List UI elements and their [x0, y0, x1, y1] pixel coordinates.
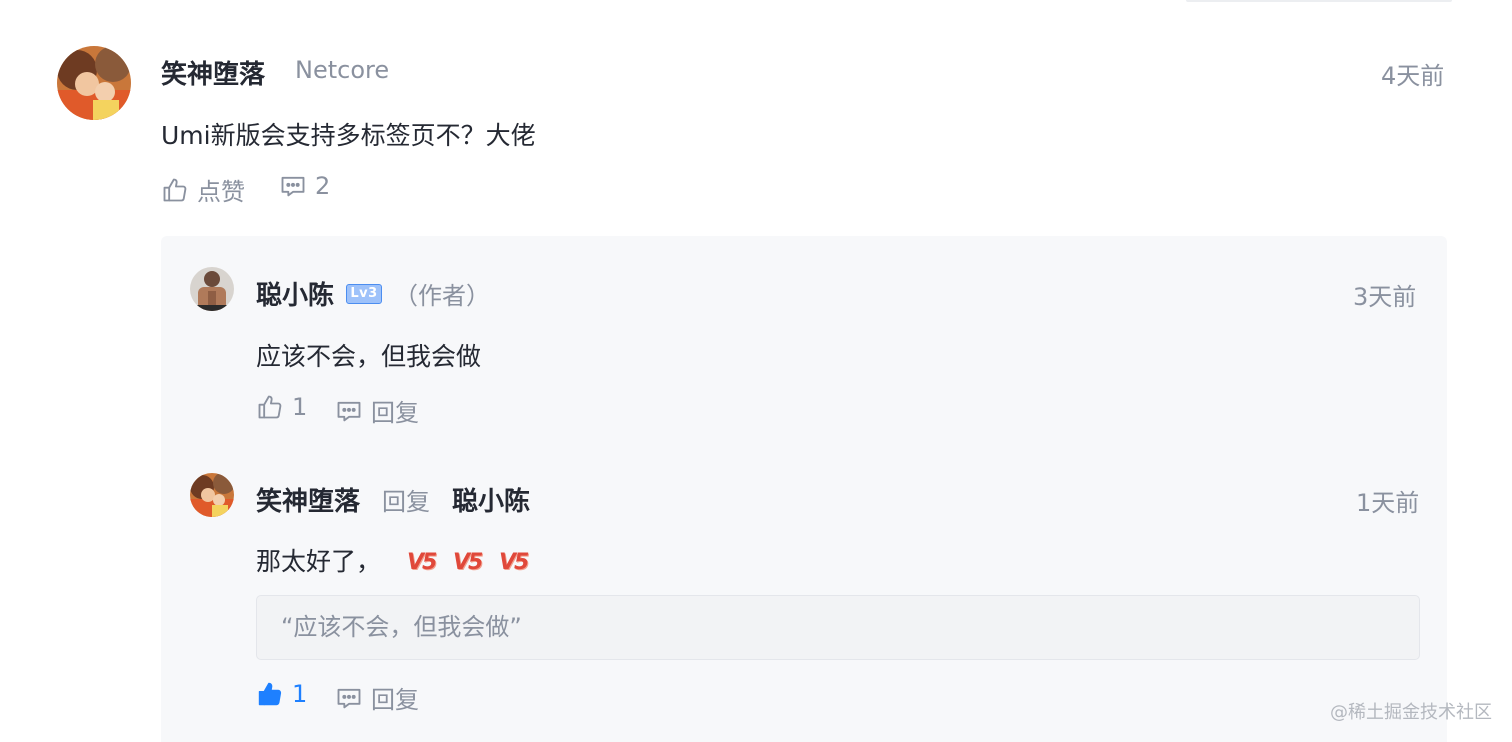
user-avatar-icon[interactable]	[190, 473, 234, 517]
comment-thread: 笑神堕落 Netcore 4天前 Umi新版会支持多标签页不？大佬 点赞 2 聪…	[0, 0, 1512, 742]
reply-button[interactable]: 回复	[335, 680, 419, 715]
watermark: @稀土掘金技术社区	[1330, 702, 1492, 723]
comment-author-name[interactable]: 笑神堕落	[161, 54, 265, 91]
v5-emoji-icon: V5	[498, 550, 529, 575]
top-divider	[1186, 0, 1452, 2]
quoted-reply[interactable]: “应该不会，但我会做”	[256, 595, 1420, 660]
reply-target-name[interactable]: 聪小陈	[452, 481, 530, 518]
reply-content: 应该不会，但我会做	[256, 342, 482, 371]
reply-author-name[interactable]: 聪小陈	[256, 275, 334, 312]
like-button[interactable]: 点赞	[161, 172, 245, 207]
comment-button[interactable]: 2	[279, 172, 330, 200]
like-label: 点赞	[197, 178, 245, 206]
reply-header: 笑神堕落 回复 聪小陈	[256, 481, 530, 518]
comment-author-company: Netcore	[295, 56, 390, 84]
author-tag: （作者）	[394, 282, 491, 310]
reply-content: 那太好了， V5 V5 V5	[256, 542, 531, 578]
reply-time: 1天前	[1356, 489, 1420, 517]
like-button[interactable]: 1	[256, 393, 307, 421]
v5-emoji-icon: V5	[406, 550, 437, 575]
reply-label: 回复	[371, 399, 419, 427]
reply-label: 回复	[371, 686, 419, 714]
like-button[interactable]: 1	[256, 680, 307, 708]
comment-time: 4天前	[1381, 62, 1445, 90]
comment-content: Umi新版会支持多标签页不？大佬	[161, 121, 536, 150]
level-badge[interactable]: Lv3	[346, 283, 383, 304]
like-count: 1	[292, 393, 308, 421]
like-count: 1	[292, 680, 308, 708]
reply-to-word: 回复	[382, 488, 431, 516]
user-avatar-icon[interactable]	[190, 267, 234, 311]
thumbs-up-filled-icon	[256, 680, 284, 708]
emoji-row: V5 V5 V5	[407, 550, 531, 576]
comment-bubble-icon	[335, 397, 363, 425]
reply-time: 3天前	[1353, 283, 1417, 311]
user-avatar-icon[interactable]	[57, 46, 131, 120]
comment-count: 2	[315, 172, 331, 200]
reply-author-name[interactable]: 笑神堕落	[256, 481, 360, 518]
comment-bubble-icon	[335, 684, 363, 712]
reply-header: 聪小陈 Lv3 （作者）	[256, 275, 490, 312]
thumbs-up-icon	[256, 393, 284, 421]
v5-emoji-icon: V5	[452, 550, 483, 575]
reply-content-text: 那太好了，	[256, 547, 382, 576]
reply-button[interactable]: 回复	[335, 393, 419, 428]
thumbs-up-icon	[161, 176, 189, 204]
comment-bubble-icon	[279, 172, 307, 200]
